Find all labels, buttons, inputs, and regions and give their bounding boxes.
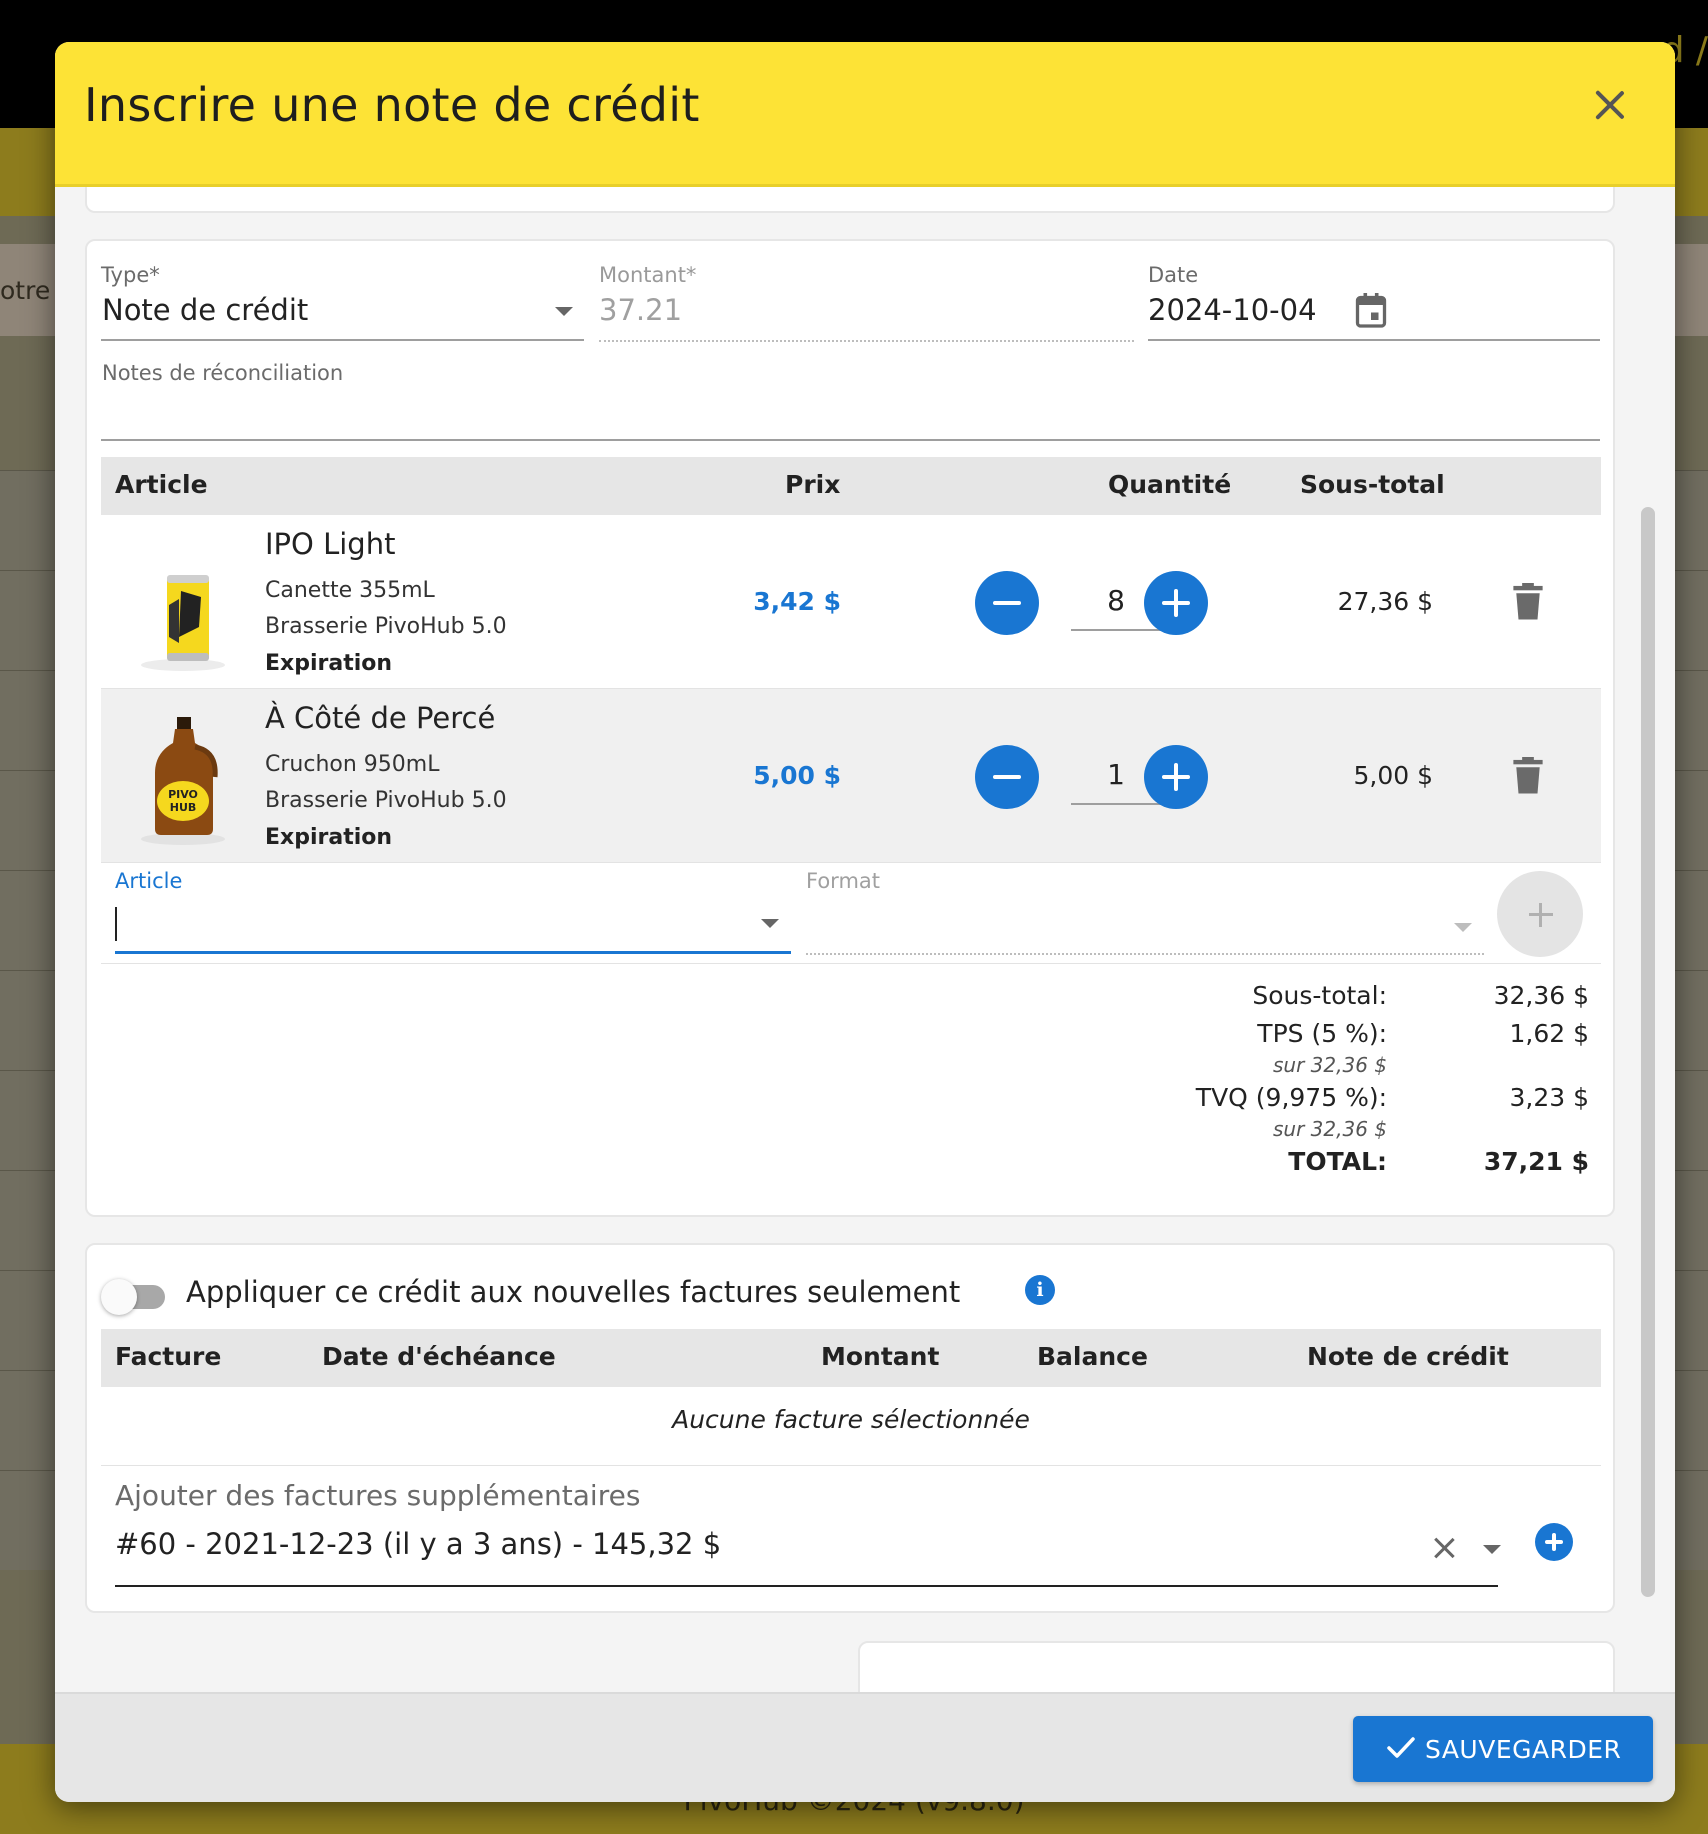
subtotal-label: Sous-total: (1252, 981, 1387, 1010)
subtotal-value: 32,36 $ (1493, 981, 1589, 1010)
table-row: PIVO HUB À Côté de Percé Cruchon 950mL B… (101, 689, 1601, 863)
article-input[interactable] (115, 897, 755, 951)
clear-selection-icon[interactable] (1431, 1535, 1457, 1561)
item-expiration: Expiration (265, 651, 393, 676)
article-dropdown-icon[interactable] (761, 919, 779, 928)
type-label: Type* (101, 263, 160, 287)
item-format: Cruchon 950mL (265, 752, 440, 777)
increase-quantity-button[interactable] (1144, 571, 1208, 635)
col-credit-note: Note de crédit (1307, 1342, 1509, 1371)
credit-note-dialog: Inscrire une note de crédit Type* Note d… (55, 42, 1675, 1802)
notes-label: Notes de réconciliation (102, 361, 344, 385)
amount-underline (599, 340, 1134, 342)
divider (101, 963, 1601, 964)
notes-underline (101, 439, 1600, 441)
col-subtotal: Sous-total (1300, 470, 1445, 499)
calendar-icon[interactable] (1353, 291, 1389, 331)
toggle-label: Appliquer ce crédit aux nouvelles factur… (186, 1275, 961, 1309)
invoices-dropdown-icon[interactable] (1483, 1545, 1501, 1554)
invoices-table-header: Facture Date d'échéance Montant Balance … (101, 1329, 1601, 1387)
item-name: IPO Light (265, 527, 396, 561)
table-row: IPO Light Canette 355mL Brasserie PivoHu… (101, 515, 1601, 689)
check-icon (1387, 1737, 1415, 1758)
items-table-header: Article Prix Quantité Sous-total (101, 457, 1601, 515)
col-due-date: Date d'échéance (322, 1342, 556, 1371)
col-article: Article (115, 470, 208, 499)
divider (101, 1465, 1601, 1466)
article-underline (115, 951, 791, 954)
product-can-image (141, 575, 225, 671)
save-button[interactable]: SAUVEGARDER (1353, 1716, 1653, 1782)
amount-field: 37.21 (599, 293, 683, 327)
save-button-label: SAUVEGARDER (1425, 1735, 1622, 1764)
delete-icon[interactable] (1513, 757, 1543, 795)
add-invoice-button[interactable] (1535, 1523, 1573, 1561)
empty-invoices-message: Aucune facture sélectionnée (672, 1405, 1030, 1434)
col-quantity: Quantité (1108, 470, 1232, 499)
item-subtotal: 27,36 $ (1337, 587, 1433, 616)
col-amount: Montant (821, 1342, 940, 1371)
increase-quantity-button[interactable] (1144, 745, 1208, 809)
delete-icon[interactable] (1513, 583, 1543, 621)
growler-label-text: PIVO (168, 788, 198, 801)
dialog-header: Inscrire une note de crédit (55, 42, 1675, 187)
date-label: Date (1148, 263, 1199, 287)
previous-card (85, 187, 1615, 213)
dialog-footer: SAUVEGARDER (55, 1692, 1675, 1802)
item-subtotal: 5,00 $ (1353, 761, 1433, 790)
type-underline (101, 339, 584, 341)
type-select[interactable]: Note de crédit (102, 293, 308, 327)
type-dropdown-icon[interactable] (555, 307, 573, 316)
gst-label: TPS (5 %): (1257, 1019, 1387, 1048)
qst-basis: sur 32,36 $ (1272, 1117, 1387, 1141)
date-field[interactable]: 2024-10-04 (1148, 293, 1317, 327)
gst-value: 1,62 $ (1509, 1019, 1589, 1048)
add-item-button[interactable] (1497, 871, 1583, 957)
scrollbar[interactable] (1641, 507, 1655, 1597)
col-invoice: Facture (115, 1342, 222, 1371)
qst-label: TVQ (9,975 %): (1195, 1083, 1387, 1112)
item-price: 3,42 $ (753, 587, 841, 616)
item-brewery: Brasserie PivoHub 5.0 (265, 788, 507, 813)
total-value: 37,21 $ (1483, 1147, 1589, 1176)
app-subbar-fragment: otre (0, 276, 51, 305)
format-underline (806, 953, 1484, 955)
amount-label: Montant* (599, 263, 697, 287)
format-label: Format (806, 869, 881, 893)
add-invoices-underline (115, 1585, 1498, 1587)
item-format: Canette 355mL (265, 578, 435, 603)
item-name: À Côté de Percé (265, 701, 496, 735)
apply-credit-card: Appliquer ce crédit aux nouvelles factur… (85, 1243, 1615, 1613)
format-dropdown-icon[interactable] (1454, 923, 1472, 932)
decrease-quantity-button[interactable] (975, 571, 1039, 635)
dialog-body[interactable]: Type* Note de crédit Montant* 37.21 Date… (55, 187, 1675, 1735)
growler-label-text: HUB (170, 801, 197, 814)
add-invoices-label: Ajouter des factures supplémentaires (115, 1479, 641, 1512)
item-price: 5,00 $ (753, 761, 841, 790)
decrease-quantity-button[interactable] (975, 745, 1039, 809)
toggle-knob[interactable] (101, 1279, 137, 1315)
date-underline (1148, 339, 1600, 341)
info-icon[interactable]: i (1025, 1275, 1055, 1305)
total-label: TOTAL: (1288, 1147, 1387, 1176)
qst-value: 3,23 $ (1509, 1083, 1589, 1112)
article-label: Article (115, 869, 183, 893)
close-icon[interactable] (1585, 80, 1635, 130)
credit-note-card: Type* Note de crédit Montant* 37.21 Date… (85, 239, 1615, 1217)
col-balance: Balance (1037, 1342, 1148, 1371)
col-price: Prix (785, 470, 841, 499)
gst-basis: sur 32,36 $ (1272, 1053, 1387, 1077)
add-invoices-select[interactable]: #60 - 2021-12-23 (il y a 3 ans) - 145,32… (115, 1527, 721, 1561)
dialog-title: Inscrire une note de crédit (84, 78, 700, 132)
item-expiration: Expiration (265, 825, 393, 850)
product-growler-image: PIVO HUB (141, 717, 225, 845)
item-brewery: Brasserie PivoHub 5.0 (265, 614, 507, 639)
